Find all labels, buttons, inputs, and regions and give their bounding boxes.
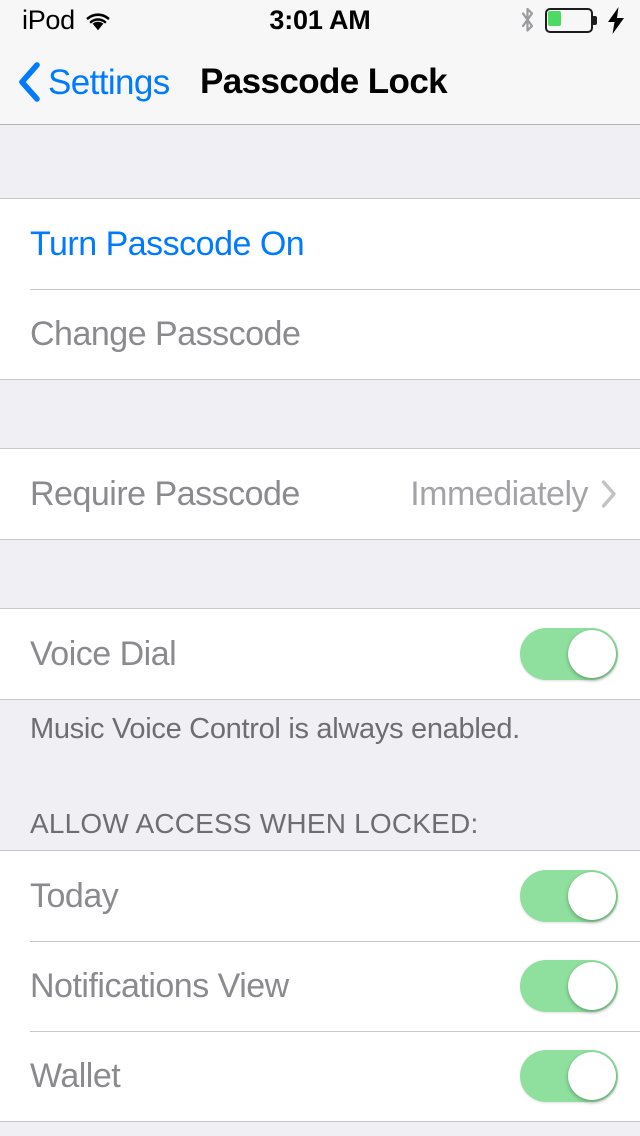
chevron-right-icon <box>600 479 618 509</box>
row-label: Voice Dial <box>30 637 176 671</box>
lightning-bolt-icon <box>606 7 626 34</box>
toggle-knob <box>568 962 616 1010</box>
today-toggle[interactable] <box>520 870 618 922</box>
row-accessory <box>520 851 618 941</box>
navigation-bar: Settings Passcode Lock <box>0 40 640 125</box>
row-voice-dial[interactable]: Voice Dial <box>0 609 640 699</box>
row-accessory <box>520 1031 618 1121</box>
row-notifications-view[interactable]: Notifications View <box>0 941 640 1031</box>
passcode-lock-screen: iPod 3:01 AM <box>0 0 640 1136</box>
voice-dial-toggle[interactable] <box>520 628 618 680</box>
row-label: Notifications View <box>30 969 289 1003</box>
battery-icon <box>545 8 597 33</box>
back-button-label: Settings <box>48 65 170 100</box>
section-passcode-actions: Turn Passcode On Change Passcode <box>0 198 640 380</box>
row-turn-passcode-on[interactable]: Turn Passcode On <box>0 199 640 289</box>
wallet-toggle[interactable] <box>520 1050 618 1102</box>
section-voice-dial: Voice Dial <box>0 608 640 700</box>
voice-dial-footer-text: Music Voice Control is always enabled. <box>30 715 610 744</box>
section-allow-access-when-locked: Today Notifications View Wallet <box>0 850 640 1122</box>
status-bar-right <box>519 0 626 40</box>
back-button[interactable]: Settings <box>16 40 170 124</box>
row-value: Immediately <box>410 477 588 511</box>
row-accessory <box>520 609 618 699</box>
row-label: Today <box>30 879 118 913</box>
chevron-left-icon <box>16 60 42 104</box>
status-bar: iPod 3:01 AM <box>0 0 640 40</box>
row-label: Change Passcode <box>30 317 300 351</box>
section-require-passcode: Require Passcode Immediately <box>0 448 640 540</box>
row-accessory <box>520 941 618 1031</box>
row-label: Wallet <box>30 1059 120 1093</box>
allow-access-section-header: ALLOW ACCESS WHEN LOCKED: <box>30 810 610 838</box>
row-wallet[interactable]: Wallet <box>0 1031 640 1121</box>
clock-label: 3:01 AM <box>269 7 370 34</box>
toggle-knob <box>568 872 616 920</box>
row-label: Require Passcode <box>30 477 300 511</box>
bluetooth-icon <box>519 7 536 33</box>
notifications-view-toggle[interactable] <box>520 960 618 1012</box>
toggle-knob <box>568 1052 616 1100</box>
page-title: Passcode Lock <box>200 40 447 124</box>
row-today[interactable]: Today <box>0 851 640 941</box>
row-require-passcode[interactable]: Require Passcode Immediately <box>0 449 640 539</box>
row-change-passcode[interactable]: Change Passcode <box>0 289 640 379</box>
toggle-knob <box>568 630 616 678</box>
row-label: Turn Passcode On <box>30 227 304 261</box>
row-accessory: Immediately <box>410 449 618 539</box>
